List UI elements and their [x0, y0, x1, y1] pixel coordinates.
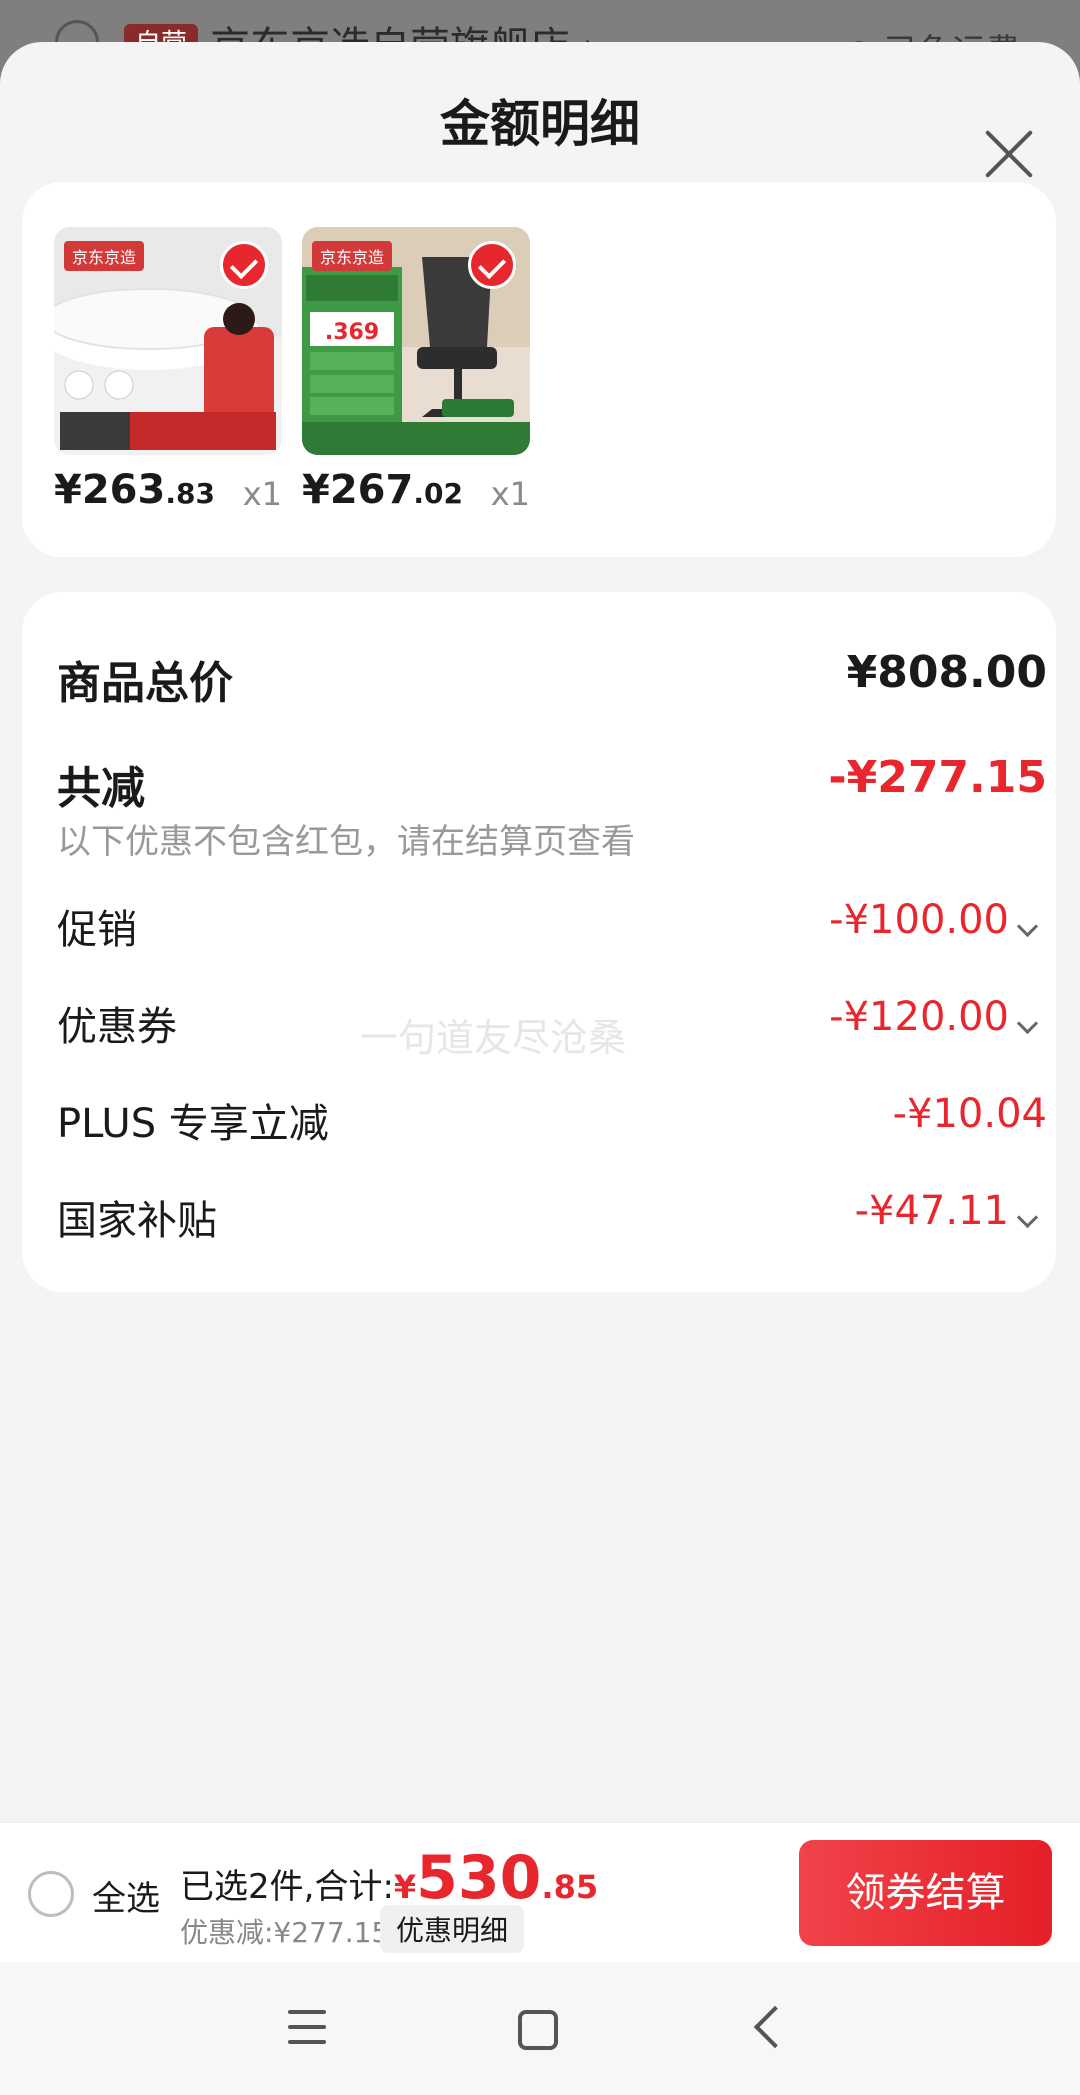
checkout-bar: 全选 已选2件,合计:¥530.85 优惠减:¥277.15 优惠明细 领券结算: [0, 1822, 1080, 1963]
product-quantity: x1: [242, 475, 282, 513]
reduction-row: 共减 -¥277.15: [57, 752, 1047, 814]
price-breakdown-card: 商品总价 ¥808.00 共减 -¥277.15 以下优惠不包含红包，请在结算页…: [22, 592, 1056, 1292]
reduction-value: -¥277.15: [828, 752, 1047, 803]
total-integer: 530: [416, 1843, 542, 1913]
sheet-title: 金额明细: [440, 95, 640, 153]
select-all-radio[interactable]: [28, 1871, 74, 1917]
chevron-down-icon[interactable]: [1016, 915, 1039, 938]
reduction-label: 共减: [57, 763, 145, 814]
subsidy-value: -¥47.11: [854, 1188, 1009, 1234]
plus-value: -¥10.04: [892, 1091, 1047, 1137]
brand-badge: 京东京造: [64, 241, 145, 271]
amount-detail-sheet: 金额明细 京东京造 ¥263.83 x1 .369 京东京造 ¥267.02 x…: [0, 42, 1080, 2095]
subsidy-row[interactable]: 国家补贴 -¥47.11: [57, 1188, 1047, 1248]
plus-label: PLUS 专享立减: [57, 1101, 329, 1147]
total-currency: ¥: [393, 1868, 417, 1906]
brand-badge: 京东京造: [312, 241, 393, 271]
subsidy-label: 国家补贴: [57, 1198, 217, 1244]
products-card: 京东京造 ¥263.83 x1 .369 京东京造 ¥267.02 x1: [22, 182, 1056, 557]
home-icon[interactable]: [518, 2010, 558, 2050]
product-quantity: x1: [490, 475, 530, 513]
watermark: 一句道友尽沧桑: [360, 1016, 627, 1060]
select-all-label[interactable]: 全选: [92, 1871, 160, 1920]
goods-total-value: ¥808.00: [846, 647, 1047, 698]
goods-total-label: 商品总价: [57, 658, 233, 709]
chevron-down-icon[interactable]: [1016, 1012, 1039, 1035]
promo-label: 促销: [57, 907, 137, 953]
system-nav-bar: [0, 1962, 1080, 2095]
plus-row: PLUS 专享立减 -¥10.04: [57, 1091, 1047, 1151]
chevron-down-icon[interactable]: [1016, 1206, 1039, 1229]
promo-value: -¥100.00: [829, 897, 1009, 943]
summary-prefix: 已选2件,合计:: [180, 1867, 394, 1907]
goods-total-row: 商品总价 ¥808.00: [57, 647, 1047, 709]
selected-check-icon[interactable]: [220, 241, 268, 289]
product-price: ¥263.83: [54, 467, 215, 513]
close-icon[interactable]: [985, 130, 1033, 178]
product-thumbnail-mattress: 京东京造: [54, 227, 282, 455]
coupon-label: 优惠券: [57, 1004, 177, 1050]
reduction-note: 以下优惠不包含红包，请在结算页查看: [57, 822, 635, 862]
menu-icon[interactable]: [288, 2010, 326, 2046]
coupon-value: -¥120.00: [829, 994, 1009, 1040]
discount-detail-button[interactable]: 优惠明细: [380, 1905, 525, 1953]
total-decimal: .85: [541, 1868, 599, 1906]
product-thumbnail-chair: .369 京东京造: [302, 227, 530, 455]
discount-summary: 优惠减:¥277.15: [180, 1916, 390, 1949]
checkout-button[interactable]: 领券结算: [799, 1840, 1052, 1946]
product-price: ¥267.02: [302, 467, 463, 513]
svg-text:.369: .369: [325, 320, 379, 345]
selected-check-icon[interactable]: [468, 241, 516, 289]
back-icon[interactable]: [753, 2005, 797, 2049]
total-summary: 已选2件,合计:¥530.85: [180, 1843, 598, 1913]
promo-row[interactable]: 促销 -¥100.00: [57, 897, 1047, 957]
